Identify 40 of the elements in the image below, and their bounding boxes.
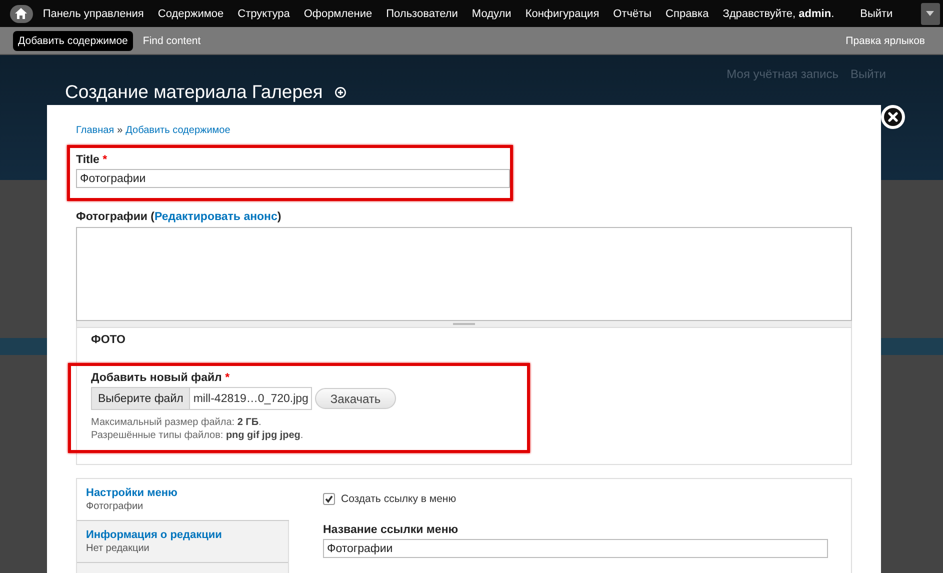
tab-summary: Фотографии <box>86 501 144 512</box>
toolbar-link[interactable]: Справка <box>666 8 709 20</box>
logout-link[interactable]: Выйти <box>860 8 893 20</box>
toolbar-link[interactable]: Отчёты <box>613 8 652 20</box>
choose-file-button[interactable]: Выберите файл <box>92 388 190 409</box>
shortcut-link[interactable]: Добавить содержимое <box>13 30 133 50</box>
breadcrumb-link[interactable]: Добавить содержимое <box>126 125 230 136</box>
breadcrumb-link[interactable]: Главная <box>76 125 114 136</box>
field-label: Название ссылки меню <box>323 524 460 536</box>
file-field[interactable]: Выберите файл mill-42819…0_720.jpg <box>91 387 312 410</box>
greeting-text: Здравствуйте, admin. <box>722 8 834 20</box>
help-text: Максимальный размер файла: 2 ГБ. <box>91 416 262 429</box>
field-label: Добавить новый файл <box>91 372 222 384</box>
checkbox-label: Создать ссылку в меню <box>341 493 456 505</box>
help-text: Разрешённые типы файлов: png gif jpg jpeg. <box>91 429 304 442</box>
tab-title: Настройки меню <box>86 487 178 499</box>
toolbar-link[interactable]: Оформление <box>304 8 372 20</box>
required-mark: * <box>225 372 230 384</box>
toolbar-link[interactable]: Пользователи <box>386 8 458 20</box>
field-label: Фотографии (Редактировать анонс) <box>76 211 282 223</box>
tab-title: Информация о редакции <box>86 529 223 541</box>
page-title: Создание материала Галерея <box>65 81 323 103</box>
toolbar-link[interactable]: Конфигурация <box>525 8 600 20</box>
breadcrumb-separator: » <box>117 125 123 136</box>
tab-summary: Нет редакции <box>86 543 150 554</box>
upload-button[interactable]: Закачать <box>315 388 396 409</box>
file-name: mill-42819…0_720.jpg <box>192 392 310 404</box>
title-field[interactable]: Фотографии <box>76 169 510 188</box>
fieldset-legend: ФОТО <box>91 334 837 346</box>
field-label: Title <box>76 154 100 166</box>
edit-summary-link[interactable]: Редактировать анонс <box>154 211 278 223</box>
required-mark: * <box>102 154 108 166</box>
vertical-tab[interactable]: Настройки меню Фотографии <box>77 479 289 521</box>
shortcut-link[interactable]: Find content <box>138 30 206 50</box>
toolbar-link[interactable]: Содержимое <box>158 8 224 20</box>
menu-title-field[interactable]: Фотографии <box>323 539 828 558</box>
toolbar-link[interactable]: Модули <box>472 8 512 20</box>
toolbar-link[interactable]: Структура <box>238 8 290 20</box>
toolbar-link[interactable]: Панель управления <box>42 8 144 20</box>
edit-shortcuts-link[interactable]: Правка ярлыков <box>840 30 930 50</box>
